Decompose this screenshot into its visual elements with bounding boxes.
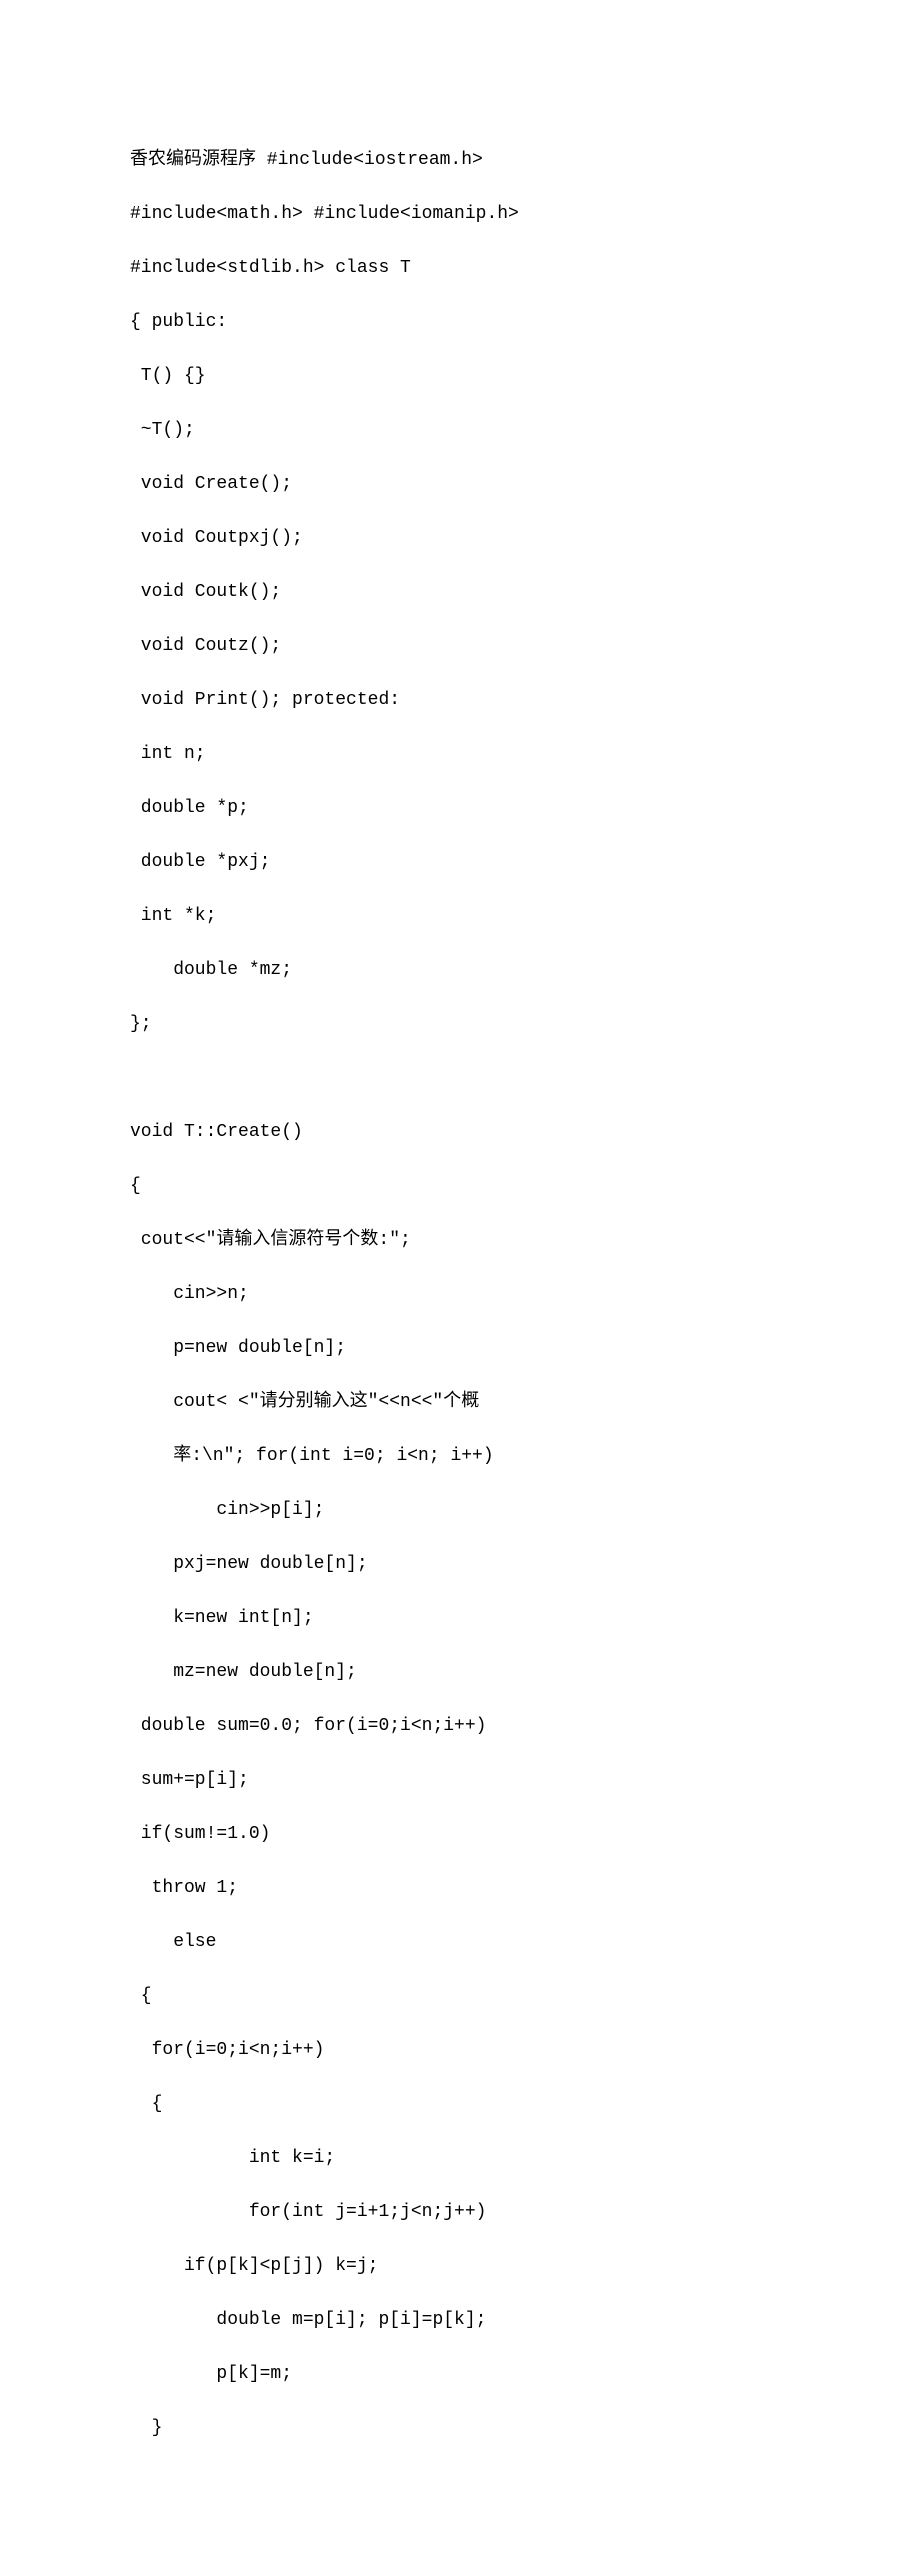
code-line: else <box>130 1929 920 1956</box>
code-line: { <box>130 2091 920 2118</box>
code-line: #include<stdlib.h> class T <box>130 255 920 282</box>
code-line: cout< <"请分别输入这"<<n<<"个概 <box>130 1389 920 1416</box>
code-line: for(int j=i+1;j<n;j++) <box>130 2199 920 2226</box>
code-line: #include<math.h> #include<iomanip.h> <box>130 201 920 228</box>
code-line: void Coutk(); <box>130 579 920 606</box>
code-line: ~T(); <box>130 417 920 444</box>
code-line: sum+=p[i]; <box>130 1767 920 1794</box>
code-line: p[k]=m; <box>130 2361 920 2388</box>
code-line: cout<<"请输入信源符号个数:"; <box>130 1227 920 1254</box>
code-line: int k=i; <box>130 2145 920 2172</box>
code-line: }; <box>130 1011 920 1038</box>
code-line: if(sum!=1.0) <box>130 1821 920 1848</box>
code-line: double *mz; <box>130 957 920 984</box>
code-line: { public: <box>130 309 920 336</box>
code-line: int n; <box>130 741 920 768</box>
code-line: double *pxj; <box>130 849 920 876</box>
code-line: 率:\n"; for(int i=0; i<n; i++) <box>130 1443 920 1470</box>
code-line: void Create(); <box>130 471 920 498</box>
code-line: if(p[k]<p[j]) k=j; <box>130 2253 920 2280</box>
code-line <box>130 1065 920 1092</box>
code-line: } <box>130 2415 920 2442</box>
code-line: double sum=0.0; for(i=0;i<n;i++) <box>130 1713 920 1740</box>
code-block: 香农编码源程序 #include<iostream.h> #include<ma… <box>130 120 920 2469</box>
code-line: cin>>n; <box>130 1281 920 1308</box>
code-line: void Coutz(); <box>130 633 920 660</box>
code-line: throw 1; <box>130 1875 920 1902</box>
code-line: T() {} <box>130 363 920 390</box>
code-line: double *p; <box>130 795 920 822</box>
code-line: cin>>p[i]; <box>130 1497 920 1524</box>
code-line: 香农编码源程序 #include<iostream.h> <box>130 147 920 174</box>
code-line: mz=new double[n]; <box>130 1659 920 1686</box>
code-line: { <box>130 1173 920 1200</box>
code-line: void Coutpxj(); <box>130 525 920 552</box>
code-line: for(i=0;i<n;i++) <box>130 2037 920 2064</box>
code-line: void T::Create() <box>130 1119 920 1146</box>
code-line: p=new double[n]; <box>130 1335 920 1362</box>
code-line: { <box>130 1983 920 2010</box>
code-line: double m=p[i]; p[i]=p[k]; <box>130 2307 920 2334</box>
code-line: pxj=new double[n]; <box>130 1551 920 1578</box>
code-line: k=new int[n]; <box>130 1605 920 1632</box>
code-line: void Print(); protected: <box>130 687 920 714</box>
code-line: int *k; <box>130 903 920 930</box>
